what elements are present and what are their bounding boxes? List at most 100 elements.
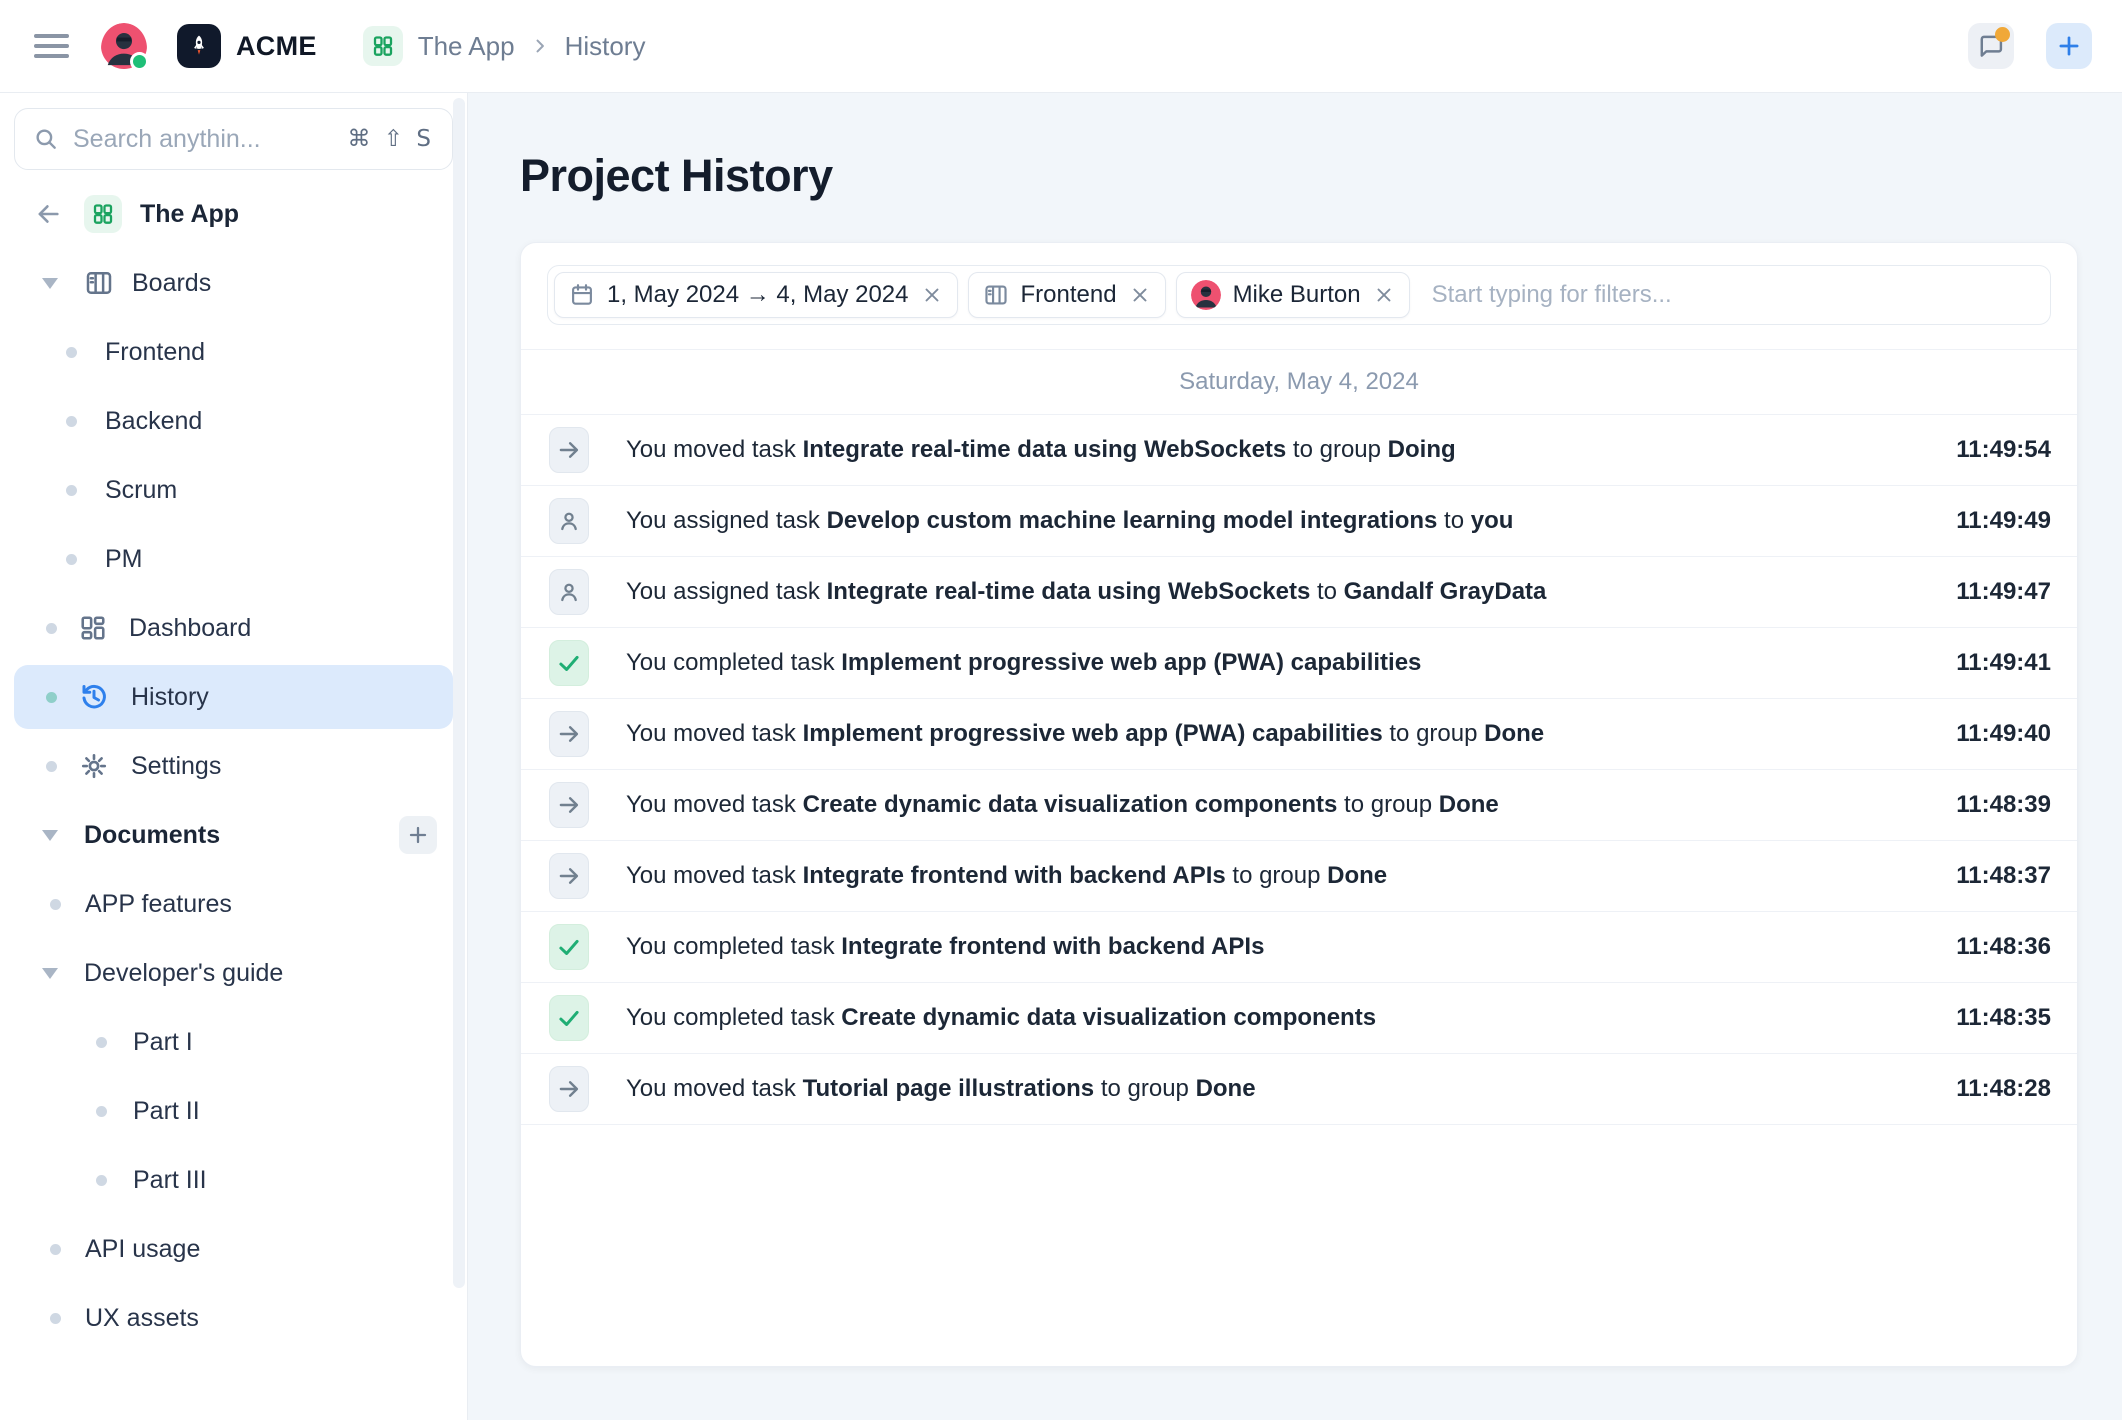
- bullet-dot: [66, 554, 77, 565]
- sidebar-item-frontend[interactable]: Frontend: [14, 320, 453, 384]
- chat-button[interactable]: [1968, 23, 2014, 69]
- sidebar-scrollbar[interactable]: [453, 98, 465, 1288]
- history-row[interactable]: You moved task Integrate frontend with b…: [521, 841, 2077, 912]
- check-icon: [549, 995, 589, 1041]
- remove-filter-button[interactable]: [921, 284, 943, 306]
- hamburger-menu-button[interactable]: [30, 24, 73, 68]
- history-row-text: You moved task Implement progressive web…: [626, 720, 1544, 748]
- sidebar-item-part-ii[interactable]: Part II: [14, 1079, 453, 1143]
- app-grid-icon: [84, 195, 122, 233]
- sidebar-item-backend[interactable]: Backend: [14, 389, 453, 453]
- user-avatar[interactable]: [101, 23, 147, 69]
- history-row[interactable]: You assigned task Integrate real-time da…: [521, 557, 2077, 628]
- history-row[interactable]: You assigned task Develop custom machine…: [521, 486, 2077, 557]
- sidebar-item-documents[interactable]: Documents: [14, 803, 453, 867]
- sidebar-item-dashboard[interactable]: Dashboard: [14, 596, 453, 660]
- filter-input[interactable]: [1430, 280, 2044, 310]
- row-timestamp: 11:49:47: [1956, 578, 2051, 606]
- workspace-logo[interactable]: [177, 24, 221, 68]
- create-new-button[interactable]: [2046, 23, 2092, 69]
- row-timestamp: 11:49:40: [1956, 720, 2051, 748]
- sidebar-item-label: Part III: [133, 1166, 207, 1195]
- sidebar-item-app-features[interactable]: APP features: [14, 872, 453, 936]
- page-title: Project History: [520, 150, 2122, 202]
- check-icon: [549, 924, 589, 970]
- row-timestamp: 11:48:35: [1956, 1004, 2051, 1032]
- sidebar-item-label: Frontend: [105, 338, 205, 367]
- caret-down-icon[interactable]: [42, 830, 58, 841]
- filter-bar[interactable]: 1, May 2024 → 4, May 2024 Frontend Mike Bu…: [547, 265, 2051, 325]
- sidebar-item-label: Part I: [133, 1028, 193, 1057]
- main-content: Project History 1, May 2024 → 4, May 202…: [468, 92, 2122, 1420]
- sidebar-item-boards[interactable]: Boards: [14, 251, 453, 315]
- history-row[interactable]: You moved task Integrate real-time data …: [521, 415, 2077, 486]
- sidebar-item-pm[interactable]: PM: [14, 527, 453, 591]
- board-icon: [983, 282, 1009, 308]
- arrow-right-icon: [549, 1066, 589, 1112]
- workspace-name: ACME: [236, 31, 317, 62]
- filter-chip-1-may-2024-4-may-2024[interactable]: 1, May 2024 → 4, May 2024: [554, 272, 958, 318]
- sidebar-item-part-i[interactable]: Part I: [14, 1010, 453, 1074]
- breadcrumb: The App History: [363, 26, 646, 66]
- sidebar-item-label: Documents: [84, 821, 220, 850]
- arrow-right-icon: [549, 853, 589, 899]
- caret-down-icon[interactable]: [42, 278, 58, 289]
- bullet-dot: [50, 899, 61, 910]
- sidebar-item-label: UX assets: [85, 1304, 199, 1333]
- sidebar-item-the-app[interactable]: The App: [14, 182, 453, 246]
- history-list: You moved task Integrate real-time data …: [521, 415, 2077, 1125]
- breadcrumb-app[interactable]: The App: [418, 31, 515, 62]
- search-shortcut: ⌘ ⇧ S: [348, 126, 435, 152]
- history-icon: [79, 682, 109, 712]
- bullet-dot: [66, 347, 77, 358]
- add-document-button[interactable]: [399, 816, 437, 854]
- back-arrow-icon[interactable]: [34, 200, 62, 228]
- sidebar-nav: The AppBoards Frontend Backend ScrumPMDashb…: [14, 182, 453, 1355]
- plus-icon: [2056, 33, 2082, 59]
- bullet-dot: [50, 1313, 61, 1324]
- sidebar-item-settings[interactable]: Settings: [14, 734, 453, 798]
- sidebar-item-developer-s-guide[interactable]: Developer's guide: [14, 941, 453, 1005]
- bullet-dot: [50, 1244, 61, 1255]
- history-row[interactable]: You completed task Create dynamic data v…: [521, 983, 2077, 1054]
- filter-chip-label: Frontend: [1021, 281, 1117, 309]
- date-header: Saturday, May 4, 2024: [521, 349, 2077, 415]
- topbar: ACME The App History: [0, 0, 2122, 93]
- history-row-text: You moved task Integrate frontend with b…: [626, 862, 1387, 890]
- sidebar-item-api-usage[interactable]: API usage: [14, 1217, 453, 1281]
- caret-down-icon[interactable]: [42, 968, 58, 979]
- sidebar-item-label: Backend: [105, 407, 202, 436]
- history-row[interactable]: You completed task Implement progressive…: [521, 628, 2077, 699]
- arrow-right-icon: [549, 711, 589, 757]
- history-row-text: You moved task Create dynamic data visua…: [626, 791, 1499, 819]
- search-box[interactable]: ⌘ ⇧ S: [14, 108, 453, 170]
- topbar-actions: [1968, 23, 2092, 69]
- sidebar-item-history[interactable]: History: [14, 665, 453, 729]
- history-row-text: You moved task Integrate real-time data …: [626, 436, 1456, 464]
- history-row[interactable]: You moved task Create dynamic data visua…: [521, 770, 2077, 841]
- row-timestamp: 11:48:28: [1956, 1075, 2051, 1103]
- app-grid-icon: [363, 26, 403, 66]
- row-timestamp: 11:49:41: [1956, 649, 2051, 677]
- search-icon: [33, 126, 59, 152]
- row-timestamp: 11:49:49: [1956, 507, 2051, 535]
- remove-filter-button[interactable]: [1373, 284, 1395, 306]
- sidebar-item-part-iii[interactable]: Part III: [14, 1148, 453, 1212]
- bullet-dot: [66, 416, 77, 427]
- user-icon: [549, 498, 589, 544]
- user-icon: [549, 569, 589, 615]
- remove-filter-button[interactable]: [1129, 284, 1151, 306]
- sidebar-item-label: Part II: [133, 1097, 200, 1126]
- history-card: 1, May 2024 → 4, May 2024 Frontend Mike Bu…: [520, 242, 2078, 1367]
- history-row[interactable]: You moved task Implement progressive web…: [521, 699, 2077, 770]
- gear-icon: [79, 751, 109, 781]
- sidebar-item-ux-assets[interactable]: UX assets: [14, 1286, 453, 1350]
- history-row[interactable]: You completed task Integrate frontend wi…: [521, 912, 2077, 983]
- sidebar-item-scrum[interactable]: Scrum: [14, 458, 453, 522]
- history-row[interactable]: You moved task Tutorial page illustratio…: [521, 1054, 2077, 1125]
- search-input[interactable]: [71, 124, 336, 155]
- bullet-dot: [96, 1037, 107, 1048]
- notification-dot: [1995, 27, 2010, 42]
- filter-chip-frontend[interactable]: Frontend: [968, 272, 1166, 318]
- filter-chip-mike-burton[interactable]: Mike Burton: [1176, 272, 1410, 318]
